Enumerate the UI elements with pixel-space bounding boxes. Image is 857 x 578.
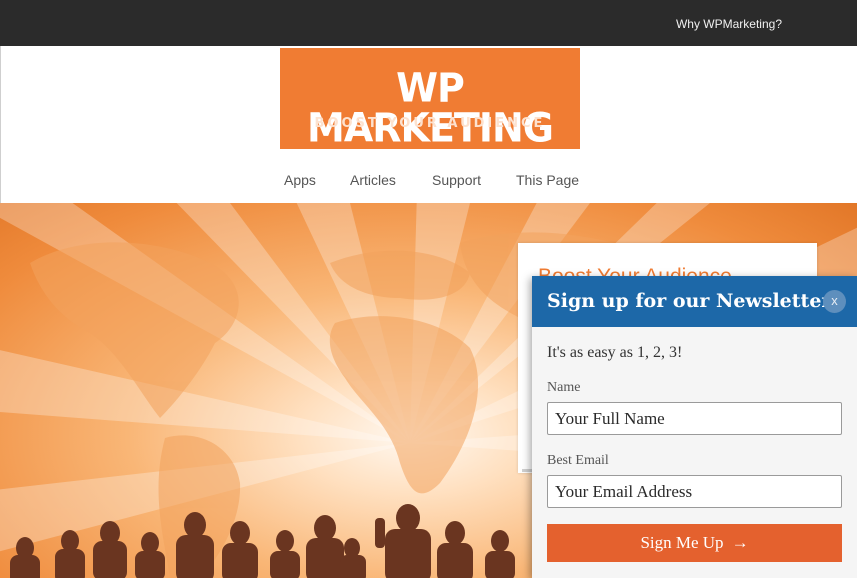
logo-title: WP MARKETING <box>307 64 554 152</box>
email-input[interactable] <box>547 475 842 508</box>
name-label: Name <box>547 380 581 395</box>
main-nav: Apps Articles Support This Page <box>1 172 857 192</box>
nav-item-apps[interactable]: Apps <box>284 172 316 188</box>
nav-item-this-page[interactable]: This Page <box>516 172 579 188</box>
close-button[interactable]: x <box>823 290 846 313</box>
popup-header: Sign up for our Newsletter x <box>532 276 857 327</box>
popup-title: Sign up for our Newsletter <box>547 290 832 312</box>
newsletter-popup: Sign up for our Newsletter x It's as eas… <box>532 276 857 578</box>
arrow-right-icon: → <box>731 533 749 552</box>
nav-item-support[interactable]: Support <box>432 172 481 188</box>
nav-item-articles[interactable]: Articles <box>350 172 396 188</box>
submit-label: Sign Me Up <box>640 533 724 552</box>
divider <box>522 469 532 472</box>
site-header: WP MARKETING BOOST YOUR AUDIENCE Apps Ar… <box>0 46 857 203</box>
why-wpmarketing-link[interactable]: Why WPMarketing? <box>676 17 782 31</box>
logo-subtitle: BOOST YOUR AUDIENCE <box>314 116 546 131</box>
popup-intro-text: It's as easy as 1, 2, 3! <box>547 344 683 361</box>
top-bar: Why WPMarketing? <box>0 0 857 46</box>
sign-me-up-button[interactable]: Sign Me Up → <box>547 524 842 562</box>
name-input[interactable] <box>547 402 842 435</box>
email-label: Best Email <box>547 453 609 468</box>
site-logo[interactable]: WP MARKETING BOOST YOUR AUDIENCE <box>280 48 580 149</box>
